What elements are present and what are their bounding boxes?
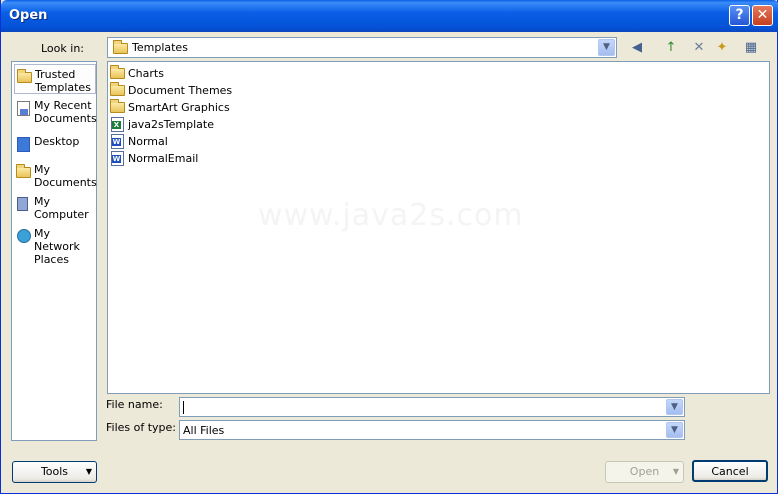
desktop-icon: [16, 137, 33, 152]
list-item[interactable]: Document Themes: [110, 82, 310, 99]
text-cursor: [183, 401, 184, 414]
chevron-down-icon[interactable]: ▼: [598, 39, 615, 56]
word-template-icon: W: [110, 134, 126, 149]
delete-icon[interactable]: ✕: [689, 39, 709, 57]
cancel-label: Cancel: [711, 465, 749, 478]
place-label: My Documents: [34, 163, 97, 189]
place-my-network-places[interactable]: My Network Places: [14, 224, 96, 266]
watermark: www.java2s.com: [258, 198, 524, 233]
title-bar[interactable]: Open ? ✕: [1, 0, 778, 32]
folder-icon: [110, 82, 126, 97]
place-my-documents[interactable]: My Documents: [14, 160, 97, 190]
up-folder-icon[interactable]: ↑: [661, 39, 681, 57]
folder-icon: [17, 69, 34, 85]
window-title: Open: [9, 8, 48, 23]
open-dialog: Open ? ✕ Look in: Templates ▼ ◀ ↑ ✕ ✦ ▦ …: [0, 0, 778, 494]
place-my-computer[interactable]: My Computer: [14, 192, 96, 222]
file-list[interactable]: Charts Document Themes SmartArt Graphics…: [107, 61, 770, 394]
new-folder-icon[interactable]: ✦: [712, 39, 732, 57]
folder-icon: [110, 65, 126, 80]
place-label: My Recent Documents: [34, 99, 97, 125]
help-button[interactable]: ?: [729, 5, 750, 26]
recent-documents-icon: [16, 101, 33, 116]
network-places-icon: [16, 229, 33, 244]
excel-template-icon: X: [110, 117, 126, 132]
files-of-type-label: Files of type:: [106, 421, 177, 434]
place-desktop[interactable]: Desktop: [14, 132, 96, 162]
open-label: Open: [629, 465, 660, 478]
look-in-value: Templates: [132, 41, 188, 54]
files-of-type-value: All Files: [183, 424, 225, 437]
place-my-recent-documents[interactable]: My Recent Documents: [14, 96, 97, 126]
place-label: Trusted Templates: [35, 68, 91, 94]
cancel-button[interactable]: Cancel: [692, 460, 768, 482]
place-label: My Network Places: [34, 227, 80, 266]
tools-button[interactable]: Tools ▼: [12, 461, 97, 483]
look-in-dropdown[interactable]: Templates ▼: [107, 37, 617, 58]
place-label: My Computer: [34, 195, 89, 221]
place-trusted-templates[interactable]: Trusted Templates: [14, 64, 96, 94]
open-button[interactable]: Open ▼: [605, 461, 684, 483]
file-name-label: File name:: [106, 398, 163, 411]
my-documents-icon: [16, 164, 33, 180]
chevron-down-icon[interactable]: ▼: [666, 399, 683, 415]
caret-down-icon: ▼: [85, 467, 92, 476]
file-name-field[interactable]: ▼: [179, 397, 685, 417]
list-item[interactable]: W NormalEmail: [110, 150, 310, 167]
list-item[interactable]: X java2sTemplate: [110, 116, 310, 133]
list-item[interactable]: SmartArt Graphics: [110, 99, 310, 116]
list-item[interactable]: Charts: [110, 65, 310, 82]
place-label: Desktop: [34, 135, 80, 148]
folder-icon: [113, 40, 129, 55]
tools-label: Tools: [40, 465, 69, 478]
back-icon[interactable]: ◀: [627, 39, 647, 57]
files-of-type-dropdown[interactable]: All Files ▼: [179, 420, 685, 440]
look-in-label: Look in:: [41, 42, 84, 55]
caret-down-icon: ▼: [672, 467, 679, 476]
close-button[interactable]: ✕: [752, 5, 773, 26]
places-bar: Trusted Templates My Recent Documents De…: [11, 61, 97, 441]
word-template-icon: W: [110, 151, 126, 166]
chevron-down-icon[interactable]: ▼: [666, 422, 683, 438]
folder-icon: [110, 99, 126, 114]
my-computer-icon: [16, 197, 33, 212]
list-item[interactable]: W Normal: [110, 133, 310, 150]
views-icon[interactable]: ▦: [736, 39, 766, 57]
